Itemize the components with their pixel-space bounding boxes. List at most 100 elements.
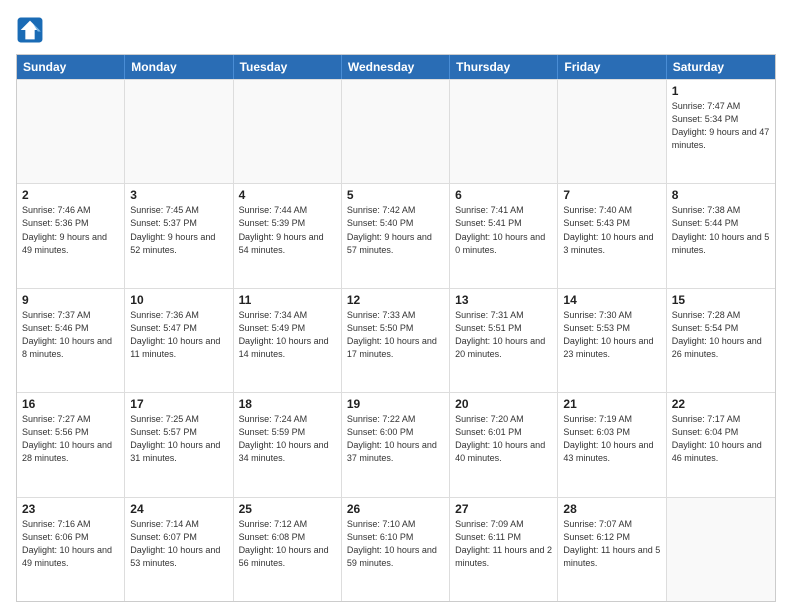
day-number: 23 (22, 502, 119, 516)
day-number: 5 (347, 188, 444, 202)
cal-row-4: 23 Sunrise: 7:16 AM Sunset: 6:06 PM Dayli… (17, 497, 775, 601)
day-info: Sunrise: 7:24 AM Sunset: 5:59 PM Dayligh… (239, 413, 336, 465)
day-cell-4: 4Sunrise: 7:44 AM Sunset: 5:39 PM Daylig… (234, 184, 342, 287)
day-cell-26: 26Sunrise: 7:10 AM Sunset: 6:10 PM Dayli… (342, 498, 450, 601)
day-info: Sunrise: 7:40 AM Sunset: 5:43 PM Dayligh… (563, 204, 660, 256)
day-info: Sunrise: 7:07 AM Sunset: 6:12 PM Dayligh… (563, 518, 660, 570)
day-number: 27 (455, 502, 552, 516)
day-cell-17: 17Sunrise: 7:25 AM Sunset: 5:57 PM Dayli… (125, 393, 233, 496)
day-cell-3: 3 Sunrise: 7:45 AM Sunset: 5:37 PM Daylig… (125, 184, 233, 287)
day-info: Sunrise: 7:19 AM Sunset: 6:03 PM Dayligh… (563, 413, 660, 465)
page: SundayMondayTuesdayWednesdayThursdayFrid… (0, 0, 792, 612)
day-cell-13: 13Sunrise: 7:31 AM Sunset: 5:51 PM Dayli… (450, 289, 558, 392)
day-cell-8: 8 Sunrise: 7:38 AM Sunset: 5:44 PM Daylig… (667, 184, 775, 287)
day-number: 7 (563, 188, 660, 202)
logo (16, 16, 48, 44)
day-info: Sunrise: 7:41 AM Sunset: 5:41 PM Dayligh… (455, 204, 552, 256)
day-number: 14 (563, 293, 660, 307)
day-cell-10: 10 Sunrise: 7:36 AM Sunset: 5:47 PM Dayli… (125, 289, 233, 392)
col-header-friday: Friday (558, 55, 666, 79)
day-number: 20 (455, 397, 552, 411)
day-cell-12: 12Sunrise: 7:33 AM Sunset: 5:50 PM Dayli… (342, 289, 450, 392)
day-info: Sunrise: 7:36 AM Sunset: 5:47 PM Dayligh… (130, 309, 227, 361)
day-number: 3 (130, 188, 227, 202)
day-number: 15 (672, 293, 770, 307)
day-number: 22 (672, 397, 770, 411)
col-header-sunday: Sunday (17, 55, 125, 79)
day-number: 16 (22, 397, 119, 411)
header (16, 16, 776, 44)
calendar-header: SundayMondayTuesdayWednesdayThursdayFrid… (17, 55, 775, 79)
day-cell-27: 27 Sunrise: 7:09 AM Sunset: 6:11 PM Dayli… (450, 498, 558, 601)
day-cell-2: 2 Sunrise: 7:46 AM Sunset: 5:36 PM Daylig… (17, 184, 125, 287)
day-cell-21: 21 Sunrise: 7:19 AM Sunset: 6:03 PM Dayli… (558, 393, 666, 496)
day-number: 8 (672, 188, 770, 202)
calendar: SundayMondayTuesdayWednesdayThursdayFrid… (16, 54, 776, 602)
day-info: Sunrise: 7:27 AM Sunset: 5:56 PM Dayligh… (22, 413, 119, 465)
day-number: 12 (347, 293, 444, 307)
cal-row-3: 16 Sunrise: 7:27 AM Sunset: 5:56 PM Dayli… (17, 392, 775, 496)
day-info: Sunrise: 7:10 AM Sunset: 6:10 PM Dayligh… (347, 518, 444, 570)
day-info: Sunrise: 7:30 AM Sunset: 5:53 PM Dayligh… (563, 309, 660, 361)
day-cell-9: 9 Sunrise: 7:37 AM Sunset: 5:46 PM Daylig… (17, 289, 125, 392)
day-cell-19: 19 Sunrise: 7:22 AM Sunset: 6:00 PM Dayli… (342, 393, 450, 496)
day-info: Sunrise: 7:46 AM Sunset: 5:36 PM Dayligh… (22, 204, 119, 256)
day-number: 13 (455, 293, 552, 307)
day-number: 9 (22, 293, 119, 307)
day-number: 4 (239, 188, 336, 202)
empty-cell (558, 80, 666, 183)
day-info: Sunrise: 7:16 AM Sunset: 6:06 PM Dayligh… (22, 518, 119, 570)
col-header-monday: Monday (125, 55, 233, 79)
logo-icon (16, 16, 44, 44)
day-cell-20: 20 Sunrise: 7:20 AM Sunset: 6:01 PM Dayli… (450, 393, 558, 496)
day-info: Sunrise: 7:45 AM Sunset: 5:37 PM Dayligh… (130, 204, 227, 256)
day-number: 11 (239, 293, 336, 307)
day-cell-5: 5 Sunrise: 7:42 AM Sunset: 5:40 PM Daylig… (342, 184, 450, 287)
day-cell-22: 22Sunrise: 7:17 AM Sunset: 6:04 PM Dayli… (667, 393, 775, 496)
day-cell-24: 24 Sunrise: 7:14 AM Sunset: 6:07 PM Dayli… (125, 498, 233, 601)
day-info: Sunrise: 7:34 AM Sunset: 5:49 PM Dayligh… (239, 309, 336, 361)
calendar-body: 1Sunrise: 7:47 AM Sunset: 5:34 PM Daylig… (17, 79, 775, 601)
empty-cell (667, 498, 775, 601)
day-cell-18: 18 Sunrise: 7:24 AM Sunset: 5:59 PM Dayli… (234, 393, 342, 496)
day-info: Sunrise: 7:42 AM Sunset: 5:40 PM Dayligh… (347, 204, 444, 256)
day-cell-16: 16 Sunrise: 7:27 AM Sunset: 5:56 PM Dayli… (17, 393, 125, 496)
day-cell-23: 23 Sunrise: 7:16 AM Sunset: 6:06 PM Dayli… (17, 498, 125, 601)
day-number: 18 (239, 397, 336, 411)
day-number: 28 (563, 502, 660, 516)
day-cell-11: 11 Sunrise: 7:34 AM Sunset: 5:49 PM Dayli… (234, 289, 342, 392)
cal-row-2: 9 Sunrise: 7:37 AM Sunset: 5:46 PM Daylig… (17, 288, 775, 392)
day-info: Sunrise: 7:37 AM Sunset: 5:46 PM Dayligh… (22, 309, 119, 361)
col-header-tuesday: Tuesday (234, 55, 342, 79)
day-info: Sunrise: 7:28 AM Sunset: 5:54 PM Dayligh… (672, 309, 770, 361)
day-number: 6 (455, 188, 552, 202)
cal-row-1: 2 Sunrise: 7:46 AM Sunset: 5:36 PM Daylig… (17, 183, 775, 287)
col-header-wednesday: Wednesday (342, 55, 450, 79)
day-cell-25: 25 Sunrise: 7:12 AM Sunset: 6:08 PM Dayli… (234, 498, 342, 601)
day-cell-1: 1Sunrise: 7:47 AM Sunset: 5:34 PM Daylig… (667, 80, 775, 183)
day-number: 21 (563, 397, 660, 411)
day-cell-28: 28 Sunrise: 7:07 AM Sunset: 6:12 PM Dayli… (558, 498, 666, 601)
day-number: 2 (22, 188, 119, 202)
cal-row-0: 1Sunrise: 7:47 AM Sunset: 5:34 PM Daylig… (17, 79, 775, 183)
day-info: Sunrise: 7:47 AM Sunset: 5:34 PM Dayligh… (672, 100, 770, 152)
day-cell-7: 7 Sunrise: 7:40 AM Sunset: 5:43 PM Daylig… (558, 184, 666, 287)
day-info: Sunrise: 7:09 AM Sunset: 6:11 PM Dayligh… (455, 518, 552, 570)
col-header-saturday: Saturday (667, 55, 775, 79)
day-info: Sunrise: 7:22 AM Sunset: 6:00 PM Dayligh… (347, 413, 444, 465)
day-number: 19 (347, 397, 444, 411)
empty-cell (342, 80, 450, 183)
day-cell-14: 14 Sunrise: 7:30 AM Sunset: 5:53 PM Dayli… (558, 289, 666, 392)
day-info: Sunrise: 7:38 AM Sunset: 5:44 PM Dayligh… (672, 204, 770, 256)
day-number: 10 (130, 293, 227, 307)
day-number: 24 (130, 502, 227, 516)
day-info: Sunrise: 7:14 AM Sunset: 6:07 PM Dayligh… (130, 518, 227, 570)
empty-cell (234, 80, 342, 183)
empty-cell (450, 80, 558, 183)
day-info: Sunrise: 7:20 AM Sunset: 6:01 PM Dayligh… (455, 413, 552, 465)
col-header-thursday: Thursday (450, 55, 558, 79)
day-cell-6: 6 Sunrise: 7:41 AM Sunset: 5:41 PM Daylig… (450, 184, 558, 287)
day-number: 25 (239, 502, 336, 516)
day-info: Sunrise: 7:12 AM Sunset: 6:08 PM Dayligh… (239, 518, 336, 570)
day-number: 17 (130, 397, 227, 411)
